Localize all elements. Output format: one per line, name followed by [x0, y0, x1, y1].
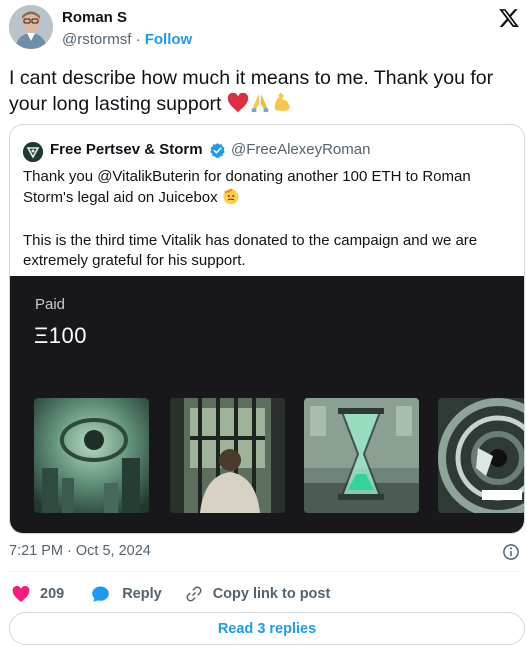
like-button[interactable]: 209: [12, 585, 65, 603]
read-replies-button[interactable]: Read 3 replies: [9, 612, 525, 645]
verified-badge-icon: [210, 143, 225, 159]
quoted-paragraph-1-text: Thank you @VitalikButerin for donating a…: [23, 168, 471, 206]
paid-label: Paid: [35, 296, 66, 313]
paid-amount: Ξ100: [34, 323, 88, 348]
reply-label: Reply: [122, 586, 162, 602]
author-meta: @rstormsf · Follow: [62, 31, 192, 48]
meta-separator: ·: [135, 31, 141, 48]
red-heart-icon: [227, 92, 249, 120]
thumbnail-man-behind-bars[interactable]: [170, 398, 285, 513]
folded-hands-icon: [249, 91, 271, 120]
reply-bubble-icon: [92, 586, 110, 602]
quoted-author-handle[interactable]: @FreeAlexeyRoman: [231, 141, 370, 158]
quoted-paragraph-2: This is the third time Vitalik has donat…: [23, 232, 478, 269]
thumbnail-defend-roman-storm[interactable]: [438, 398, 524, 513]
author-name[interactable]: Roman S: [62, 9, 127, 26]
flexed-biceps-icon: [271, 91, 293, 120]
quoted-author-name[interactable]: Free Pertsev & Storm: [50, 141, 203, 158]
author-handle[interactable]: @rstormsf: [62, 31, 131, 48]
info-icon[interactable]: [502, 543, 520, 561]
action-bar: 209 Reply Copy link to post: [12, 584, 330, 604]
divider: [9, 571, 518, 572]
copy-link-label: Copy link to post: [212, 586, 331, 602]
quoted-post-card[interactable]: Free Pertsev & Storm @FreeAlexeyRoman Th…: [9, 124, 525, 534]
quoted-paragraph-1: Thank you @VitalikButerin for donating a…: [23, 167, 513, 211]
like-count: 209: [40, 586, 65, 602]
quoted-post-text: Thank you @VitalikButerin for donating a…: [23, 167, 513, 271]
post-timestamp[interactable]: 7:21 PM · Oct 5, 2024: [9, 543, 151, 559]
thumbnail-hourglass-room[interactable]: [304, 398, 419, 513]
quoted-author-avatar[interactable]: [23, 142, 43, 162]
heart-icon: [12, 585, 30, 602]
reply-button[interactable]: Reply: [91, 585, 162, 603]
tweet-text: I cant describe how much it means to me.…: [9, 65, 519, 120]
author-avatar[interactable]: [9, 5, 53, 49]
x-logo-icon[interactable]: [498, 7, 520, 29]
copy-link-button[interactable]: Copy link to post: [185, 585, 331, 603]
quoted-media[interactable]: Paid Ξ100: [10, 276, 524, 533]
saluting-face-icon: [222, 187, 240, 211]
follow-button[interactable]: Follow: [145, 31, 193, 48]
link-icon: [186, 586, 202, 602]
thumbnail-green-eye-city[interactable]: [34, 398, 149, 513]
